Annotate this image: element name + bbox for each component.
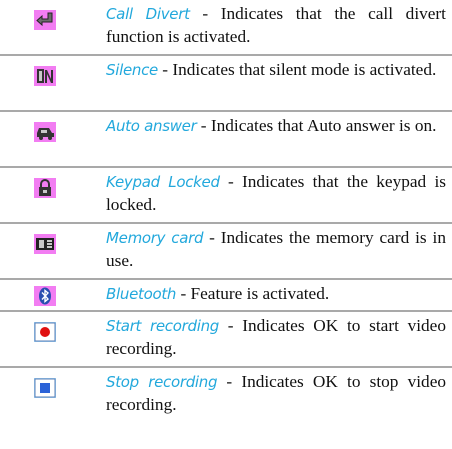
list-item-start-recording: Start recording - Indicates OK to start … — [0, 312, 452, 368]
stop-recording-icon — [34, 378, 56, 398]
list-item-keypad-locked: Keypad Locked - Indicates that the keypa… — [0, 168, 452, 224]
item-term: Call Divert — [106, 5, 190, 23]
item-term: Start recording — [106, 317, 220, 335]
icon-legend-list: Call Divert - Indicates that the call di… — [0, 0, 452, 424]
bluetooth-icon — [34, 286, 56, 306]
auto-answer-icon — [34, 122, 56, 142]
item-description: - Indicates that silent mode is activate… — [157, 60, 437, 79]
keypad-locked-icon — [34, 178, 56, 198]
item-description: - Feature is activated. — [176, 284, 330, 303]
list-item-auto-answer: Auto answer - Indicates that Auto answer… — [0, 112, 452, 168]
start-recording-icon — [34, 322, 56, 342]
memory-card-icon — [34, 234, 56, 254]
list-item-silence: Silence - Indicates that silent mode is … — [0, 56, 452, 112]
list-item-bluetooth: Bluetooth - Feature is activated. — [0, 280, 452, 312]
item-term: Keypad Locked — [106, 173, 220, 191]
item-term: Stop recording — [106, 373, 218, 391]
item-term: Bluetooth — [106, 285, 177, 303]
item-description: - Indicates that Auto answer is on. — [196, 116, 437, 135]
list-item-call-divert: Call Divert - Indicates that the call di… — [0, 0, 452, 56]
item-term: Silence — [106, 61, 158, 79]
item-term: Memory card — [106, 229, 204, 247]
item-term: Auto answer — [106, 117, 197, 135]
silence-icon — [34, 66, 56, 86]
list-item-memory-card: Memory card - Indicates the memory card … — [0, 224, 452, 280]
call-divert-icon — [34, 10, 56, 30]
list-item-stop-recording: Stop recording - Indicates OK to stop vi… — [0, 368, 452, 424]
